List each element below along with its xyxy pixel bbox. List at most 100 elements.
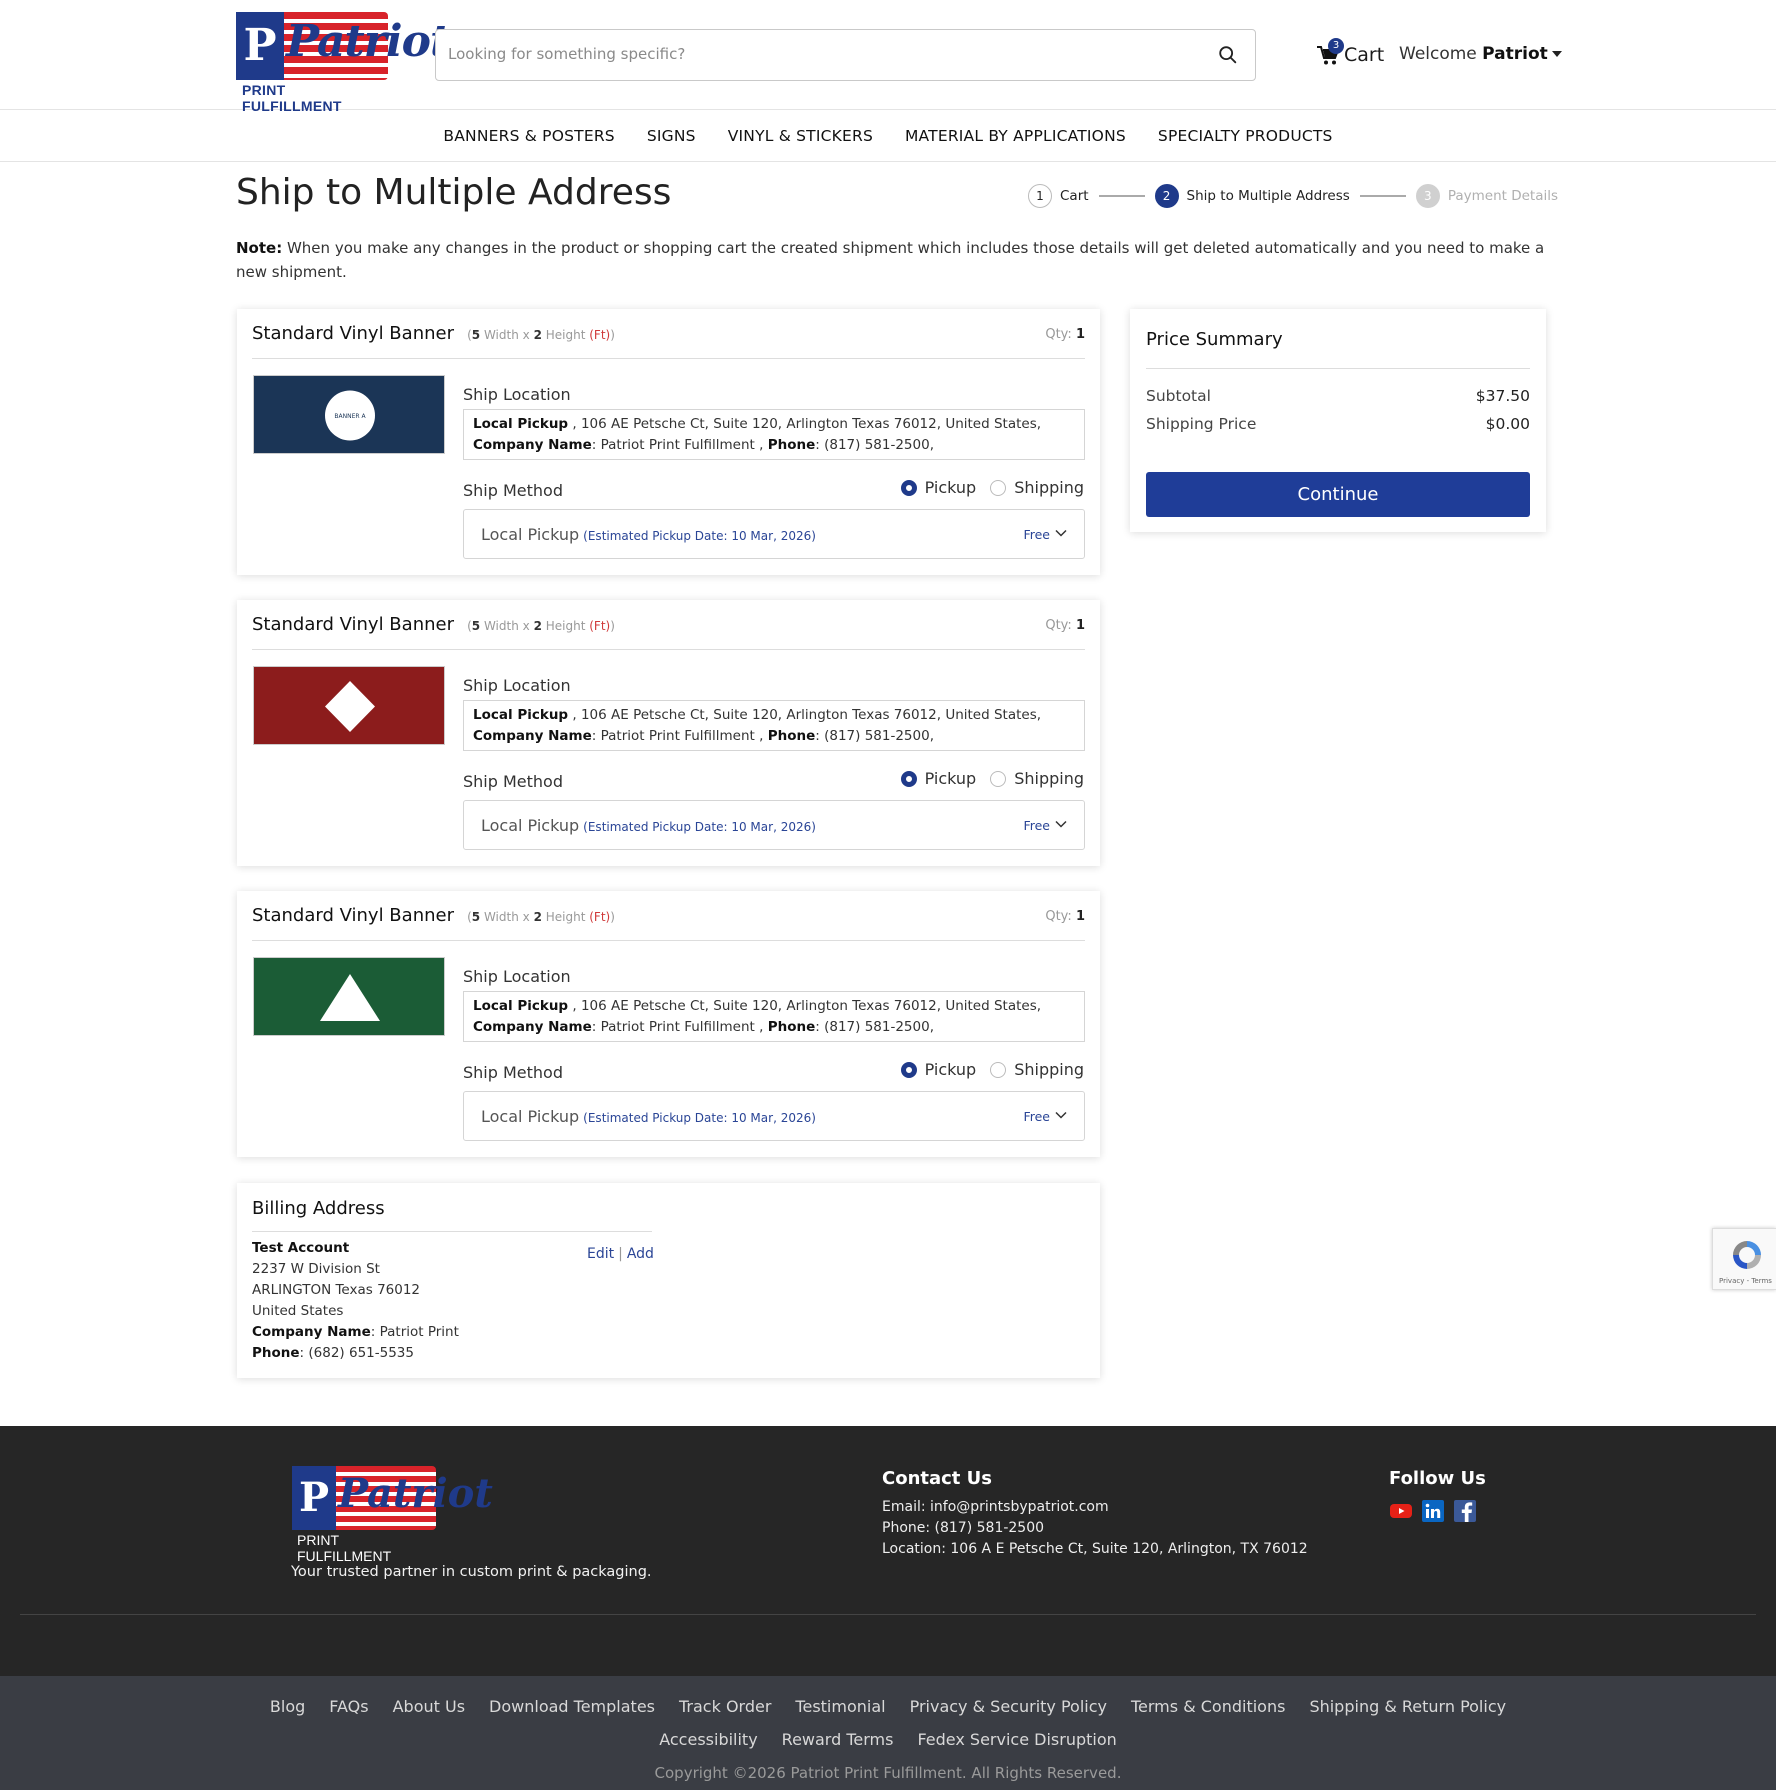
step-1-label[interactable]: Cart bbox=[1060, 188, 1089, 204]
cart-icon: 3 bbox=[1316, 38, 1344, 66]
main-nav: BANNERS & POSTERS SIGNS VINYL & STICKERS… bbox=[0, 110, 1776, 162]
banner-diamond-graphic bbox=[325, 681, 375, 732]
footer-link-privacy-security[interactable]: Privacy & Security Policy bbox=[910, 1690, 1107, 1723]
step-3-number: 3 bbox=[1415, 184, 1440, 208]
footer-link-about-us[interactable]: About Us bbox=[393, 1690, 465, 1723]
nav-material-by-applications[interactable]: MATERIAL BY APPLICATIONS bbox=[905, 127, 1126, 145]
ship-method-select[interactable]: Local Pickup (Estimated Pickup Date: 10 M… bbox=[463, 509, 1085, 559]
edit-billing-link[interactable]: Edit bbox=[587, 1246, 614, 1262]
ship-method-select[interactable]: Local Pickup (Estimated Pickup Date: 10 M… bbox=[463, 1091, 1085, 1141]
cart-count-badge: 3 bbox=[1328, 38, 1344, 54]
contact-email[interactable]: Email: info@printsbypatriot.com bbox=[882, 1499, 1308, 1516]
pickup-label: Pickup bbox=[924, 478, 977, 497]
ship-method-radios: Pickup Shipping bbox=[900, 1060, 1084, 1079]
shipment-card: Standard Vinyl Banner (5 Width x 2 Heigh… bbox=[237, 309, 1100, 575]
recaptcha-icon bbox=[1733, 1241, 1761, 1269]
step-2-number: 2 bbox=[1154, 184, 1179, 208]
product-title: Standard Vinyl Banner bbox=[252, 614, 454, 635]
add-billing-link[interactable]: Add bbox=[627, 1246, 654, 1262]
search-input[interactable] bbox=[436, 30, 1196, 78]
method-price: Free bbox=[1023, 527, 1050, 542]
shipping-radio[interactable]: Shipping bbox=[990, 478, 1084, 497]
nav-signs[interactable]: SIGNS bbox=[647, 127, 696, 145]
user-menu[interactable]: Welcome Patriot bbox=[1399, 44, 1562, 64]
ship-method-select[interactable]: Local Pickup (Estimated Pickup Date: 10 M… bbox=[463, 800, 1085, 850]
facebook-icon[interactable] bbox=[1453, 1499, 1477, 1523]
product-dimensions: (5 Width x 2 Height (Ft)) bbox=[467, 910, 615, 924]
site-header: P Patriot PRINT FULFILLMENT 3 Cart Welco… bbox=[0, 0, 1776, 114]
ship-method-label: Ship Method bbox=[463, 481, 563, 500]
product-thumbnail bbox=[253, 666, 445, 745]
footer-logo-subtitle: PRINT FULFILLMENT bbox=[297, 1532, 392, 1564]
footer-link-terms-conditions[interactable]: Terms & Conditions bbox=[1131, 1690, 1285, 1723]
youtube-icon[interactable] bbox=[1389, 1499, 1413, 1523]
radio-unchecked-icon bbox=[990, 1061, 1007, 1078]
linkedin-icon[interactable] bbox=[1421, 1499, 1445, 1523]
footer-bottom-bar: Blog FAQs About Us Download Templates Tr… bbox=[0, 1676, 1776, 1790]
nav-vinyl-stickers[interactable]: VINYL & STICKERS bbox=[728, 127, 873, 145]
footer-link-reward-terms[interactable]: Reward Terms bbox=[782, 1723, 894, 1756]
shipping-radio[interactable]: Shipping bbox=[990, 1060, 1084, 1079]
radio-unchecked-icon bbox=[990, 479, 1007, 496]
search-icon[interactable] bbox=[1217, 44, 1239, 66]
step-3-label: Payment Details bbox=[1447, 188, 1559, 204]
shipping-label: Shipping bbox=[1014, 1060, 1084, 1079]
footer-link-testimonial[interactable]: Testimonial bbox=[795, 1690, 885, 1723]
ship-method-radios: Pickup Shipping bbox=[900, 478, 1084, 497]
ship-location-address: Local Pickup , 106 AE Petsche Ct, Suite … bbox=[463, 409, 1085, 460]
nav-banners-posters[interactable]: BANNERS & POSTERS bbox=[443, 127, 614, 145]
billing-actions: Edit | Add bbox=[587, 1246, 654, 1262]
contact-phone[interactable]: Phone: (817) 581-2500 bbox=[882, 1520, 1308, 1537]
ship-location-address: Local Pickup , 106 AE Petsche Ct, Suite … bbox=[463, 700, 1085, 751]
pickup-radio[interactable]: Pickup bbox=[900, 1060, 977, 1079]
footer-link-accessibility[interactable]: Accessibility bbox=[659, 1723, 757, 1756]
cart-label: Cart bbox=[1344, 44, 1385, 66]
ship-location-address: Local Pickup , 106 AE Petsche Ct, Suite … bbox=[463, 991, 1085, 1042]
footer-logo-wordmark: Patriot bbox=[338, 1470, 493, 1517]
footer-link-download-templates[interactable]: Download Templates bbox=[489, 1690, 655, 1723]
ship-method-radios: Pickup Shipping bbox=[900, 769, 1084, 788]
nav-specialty-products[interactable]: SPECIALTY PRODUCTS bbox=[1158, 127, 1333, 145]
shipment-card: Standard Vinyl Banner (5 Width x 2 Heigh… bbox=[237, 891, 1100, 1157]
continue-button[interactable]: Continue bbox=[1146, 472, 1530, 517]
radio-checked-icon bbox=[900, 479, 917, 496]
pickup-label: Pickup bbox=[924, 1060, 977, 1079]
method-price: Free bbox=[1023, 818, 1050, 833]
footer-logo[interactable]: P Patriot PRINT FULFILLMENT bbox=[292, 1466, 493, 1564]
product-thumbnail bbox=[253, 957, 445, 1036]
footer-link-shipping-return[interactable]: Shipping & Return Policy bbox=[1309, 1690, 1506, 1723]
method-name: Local Pickup (Estimated Pickup Date: 10 M… bbox=[481, 1107, 816, 1126]
pickup-radio[interactable]: Pickup bbox=[900, 478, 977, 497]
card-header: Standard Vinyl Banner (5 Width x 2 Heigh… bbox=[252, 614, 1085, 650]
contact-title: Contact Us bbox=[882, 1468, 993, 1489]
product-quantity: Qty: 1 bbox=[1045, 618, 1085, 633]
banner-text: BANNER A bbox=[334, 413, 366, 420]
footer-link-faqs[interactable]: FAQs bbox=[329, 1690, 368, 1723]
footer-link-blog[interactable]: Blog bbox=[270, 1690, 305, 1723]
welcome-user: Patriot bbox=[1482, 44, 1548, 64]
chevron-down-icon bbox=[1055, 820, 1067, 828]
step-2-label: Ship to Multiple Address bbox=[1186, 188, 1350, 204]
step-connector bbox=[1359, 195, 1406, 197]
shipping-radio[interactable]: Shipping bbox=[990, 769, 1084, 788]
cart-button[interactable]: 3 Cart bbox=[1316, 38, 1384, 72]
pickup-radio[interactable]: Pickup bbox=[900, 769, 977, 788]
pickup-label: Pickup bbox=[924, 769, 977, 788]
logo-p-letter: P bbox=[236, 12, 284, 80]
banner-circle-graphic: BANNER A bbox=[325, 390, 375, 441]
chevron-down-icon bbox=[1055, 1111, 1067, 1119]
footer-link-track-order[interactable]: Track Order bbox=[679, 1690, 771, 1723]
copyright: Copyright ©2026 Patriot Print Fulfillmen… bbox=[654, 1764, 1122, 1782]
search-bar bbox=[435, 29, 1256, 81]
footer-link-fedex-disruption[interactable]: Fedex Service Disruption bbox=[917, 1723, 1116, 1756]
product-quantity: Qty: 1 bbox=[1045, 909, 1085, 924]
ship-method-label: Ship Method bbox=[463, 772, 563, 791]
price-summary: Price Summary Subtotal $37.50 Shipping Pr… bbox=[1130, 309, 1546, 532]
method-name: Local Pickup (Estimated Pickup Date: 10 M… bbox=[481, 525, 816, 544]
recaptcha-badge[interactable]: Privacy - Terms bbox=[1712, 1228, 1776, 1290]
pickup-estimate: (Estimated Pickup Date: 10 Mar, 2026) bbox=[583, 529, 816, 543]
footer-links: Blog FAQs About Us Download Templates Tr… bbox=[0, 1690, 1776, 1756]
patriot-logo[interactable]: P Patriot PRINT FULFILLMENT bbox=[236, 12, 450, 114]
product-title: Standard Vinyl Banner bbox=[252, 905, 454, 926]
billing-country: United States bbox=[252, 1303, 344, 1319]
